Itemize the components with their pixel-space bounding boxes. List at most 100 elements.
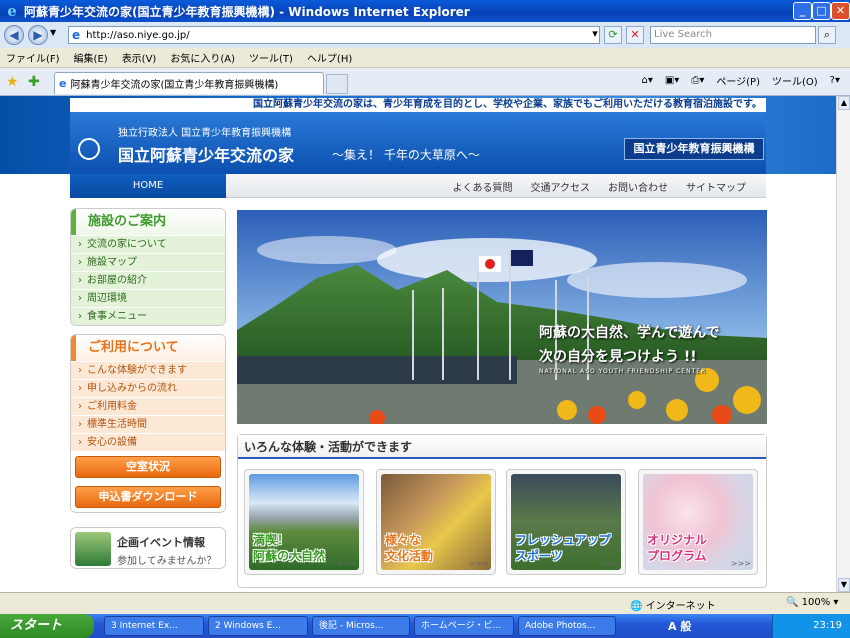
- hero-subtitle: NATIONAL ASO YOUTH FRIENDSHIP CENTER: [539, 368, 707, 375]
- print-icon[interactable]: ⎙▾: [691, 75, 704, 86]
- nav-sitemap[interactable]: サイトマップ: [686, 179, 746, 194]
- tab-bar: ★ ✚ e 阿蘇青少年交流の家(国立青少年教育振興機構) ⌂▾ ▣▾ ⎙▾ ペー…: [0, 68, 850, 96]
- hero-heading-line2: 次の自分を見つけよう !!: [539, 349, 697, 365]
- menu-edit[interactable]: 編集(E): [74, 50, 108, 65]
- hero-landscape: [237, 210, 767, 424]
- taskbar-photoshop[interactable]: Adobe Photos...: [518, 616, 616, 636]
- menu-tools[interactable]: ツール(T): [249, 50, 293, 65]
- taskbar-word[interactable]: 後記 - Micros...: [312, 616, 410, 636]
- global-nav: HOME よくある質問 交通アクセス お問い合わせ サイトマップ: [70, 174, 766, 198]
- vacancy-button[interactable]: 空室状況: [75, 456, 221, 478]
- card-arrow-icon: >>>: [730, 559, 751, 568]
- system-tray: 23:19: [772, 614, 850, 638]
- tab-current[interactable]: e 阿蘇青少年交流の家(国立青少年教育振興機構): [54, 72, 324, 94]
- form-download-button[interactable]: 申込書ダウンロード: [75, 486, 221, 508]
- add-favorite-icon[interactable]: ✚: [28, 74, 40, 90]
- address-bar[interactable]: e http://aso.niye.go.jp/: [68, 26, 600, 44]
- new-tab-button[interactable]: [326, 74, 348, 94]
- forward-button[interactable]: ▶: [28, 25, 48, 45]
- security-zone: 🌐 インターネット: [630, 601, 716, 612]
- help-icon[interactable]: ?▾: [830, 75, 840, 86]
- taskbar-homepage-builder[interactable]: ホームページ・ビ...: [414, 616, 514, 636]
- ime-indicator[interactable]: A 般: [668, 618, 691, 634]
- card-arrow-icon: >>>: [336, 559, 357, 568]
- scroll-down-icon[interactable]: ▼: [838, 578, 850, 592]
- address-toolbar: ◀ ▶ ▼ e http://aso.niye.go.jp/ ▾ ⟳ ✕ Liv…: [0, 22, 850, 48]
- card-label-line2: 阿蘇の大自然: [253, 549, 326, 563]
- card-label-line2: プログラム: [647, 549, 707, 563]
- sidebar-item[interactable]: こんな体験ができます: [71, 361, 225, 380]
- activity-card-sports[interactable]: フレッシュアップ スポーツ >>>: [506, 469, 626, 575]
- event-photo: [75, 532, 111, 566]
- page-menu[interactable]: ページ(P): [716, 73, 760, 88]
- scroll-up-icon[interactable]: ▲: [838, 96, 850, 110]
- sidebar-item[interactable]: 交流の家について: [71, 235, 225, 254]
- sidebar-item[interactable]: 申し込みからの流れ: [71, 379, 225, 398]
- header-catchphrase: ～集え！ 千年の大草原へ～: [332, 148, 480, 162]
- tools-menu[interactable]: ツール(O): [772, 73, 818, 88]
- card-label-line2: 文化活動: [385, 549, 434, 563]
- card-arrow-icon: >>>: [468, 559, 489, 568]
- window-title-bar: e 阿蘇青少年交流の家(国立青少年教育振興機構) - Windows Inter…: [0, 0, 850, 22]
- sidebar-item[interactable]: 周辺環境: [71, 289, 225, 308]
- page-viewport: 国立阿蘇青少年交流の家は、青少年育成を目的とし、学校や企業、家族でもご利用いただ…: [0, 96, 836, 592]
- search-icon[interactable]: ⌕: [818, 26, 836, 44]
- feeds-icon[interactable]: ▣▾: [665, 75, 679, 86]
- home-icon[interactable]: ⌂▾: [641, 75, 652, 86]
- sidebar-item[interactable]: 食事メニュー: [71, 307, 225, 325]
- taskbar-ie[interactable]: 3 Internet Ex...: [104, 616, 204, 636]
- stop-button[interactable]: ✕: [626, 26, 644, 44]
- card-arrow-icon: >>>: [598, 559, 619, 568]
- card-label-line1: フレッシュアップ: [515, 533, 611, 547]
- menu-favorites[interactable]: お気に入り(A): [170, 50, 235, 65]
- hero-heading-line1: 阿蘇の大自然、学んで遊んで: [539, 325, 720, 341]
- zoom-control[interactable]: 🔍 100% ▾: [786, 597, 838, 608]
- vertical-scrollbar[interactable]: ▲ ▼: [836, 96, 850, 592]
- nav-faq[interactable]: よくある質問: [453, 179, 513, 194]
- nav-home[interactable]: HOME: [70, 174, 226, 198]
- menu-bar: ファイル(F) 編集(E) 表示(V) お気に入り(A) ツール(T) ヘルプ(…: [0, 48, 850, 68]
- window-title: 阿蘇青少年交流の家(国立青少年教育振興機構) - Windows Interne…: [24, 4, 470, 19]
- activity-card-original[interactable]: オリジナルプログラム >>>: [638, 469, 758, 575]
- activities-section: いろんな体験・活動ができます 満喫！ 阿蘇の大自然 >>> 様々な 文化活動 >>>…: [237, 434, 767, 588]
- header-org: 独立行政法人 国立青少年教育振興機構: [118, 128, 292, 139]
- address-dropdown-icon[interactable]: ▾: [586, 26, 604, 44]
- favorites-star-icon[interactable]: ★: [6, 74, 19, 90]
- nav-access[interactable]: 交通アクセス: [531, 179, 591, 194]
- search-input[interactable]: Live Search: [650, 26, 816, 44]
- sidebar-item[interactable]: 安心の設備: [71, 433, 225, 452]
- refresh-button[interactable]: ⟳: [604, 26, 622, 44]
- org-link-button[interactable]: 国立青少年教育振興機構: [624, 138, 764, 160]
- menu-view[interactable]: 表示(V): [122, 50, 157, 65]
- recent-pages-dropdown[interactable]: ▼: [50, 28, 56, 37]
- sidebar-item[interactable]: 標準生活時間: [71, 415, 225, 434]
- site-logo-icon[interactable]: [78, 138, 100, 160]
- status-bar: 🌐 インターネット 🔍 100% ▾: [0, 592, 850, 614]
- event-banner[interactable]: 企画イベント情報 参加してみませんか？: [70, 527, 226, 569]
- sidebar-item[interactable]: お部屋の紹介: [71, 271, 225, 290]
- address-url[interactable]: http://aso.niye.go.jp/: [86, 30, 189, 41]
- card-label-line1: オリジナル: [647, 533, 708, 547]
- back-button[interactable]: ◀: [4, 25, 24, 45]
- close-button[interactable]: ✕: [831, 2, 850, 20]
- taskbar-explorer[interactable]: 2 Windows E...: [208, 616, 308, 636]
- ie-logo-icon: e: [7, 2, 17, 20]
- taskbar: スタート 3 Internet Ex... 2 Windows E... 後記 …: [0, 614, 850, 638]
- site-header: 国立阿蘇青少年交流の家は、青少年育成を目的とし、学校や企業、家族でもご利用いただ…: [0, 96, 836, 174]
- menu-help[interactable]: ヘルプ(H): [307, 50, 352, 65]
- sidebar-item[interactable]: 施設マップ: [71, 253, 225, 272]
- card-label-line2: スポーツ: [515, 549, 563, 563]
- nav-contact[interactable]: お問い合わせ: [608, 179, 668, 194]
- activity-card-nature[interactable]: 満喫！ 阿蘇の大自然 >>>: [244, 469, 364, 575]
- start-button[interactable]: スタート: [0, 614, 94, 638]
- clock[interactable]: 23:19: [813, 620, 842, 631]
- card-label-line1: 様々な: [385, 533, 422, 547]
- sidebar: 施設のご案内 交流の家について 施設マップ お部屋の紹介 周辺環境 食事メニュー…: [70, 208, 226, 569]
- hero-image: 阿蘇の大自然、学んで遊んで 次の自分を見つけよう !! NATIONAL ASO…: [237, 210, 767, 424]
- maximize-button[interactable]: □: [812, 2, 831, 20]
- activity-card-culture[interactable]: 様々な文化活動 >>>: [376, 469, 496, 575]
- minimize-button[interactable]: _: [793, 2, 812, 20]
- menu-file[interactable]: ファイル(F): [6, 50, 60, 65]
- sidebar-item[interactable]: ご利用料金: [71, 397, 225, 416]
- site-name[interactable]: 国立阿蘇青少年交流の家: [118, 142, 294, 166]
